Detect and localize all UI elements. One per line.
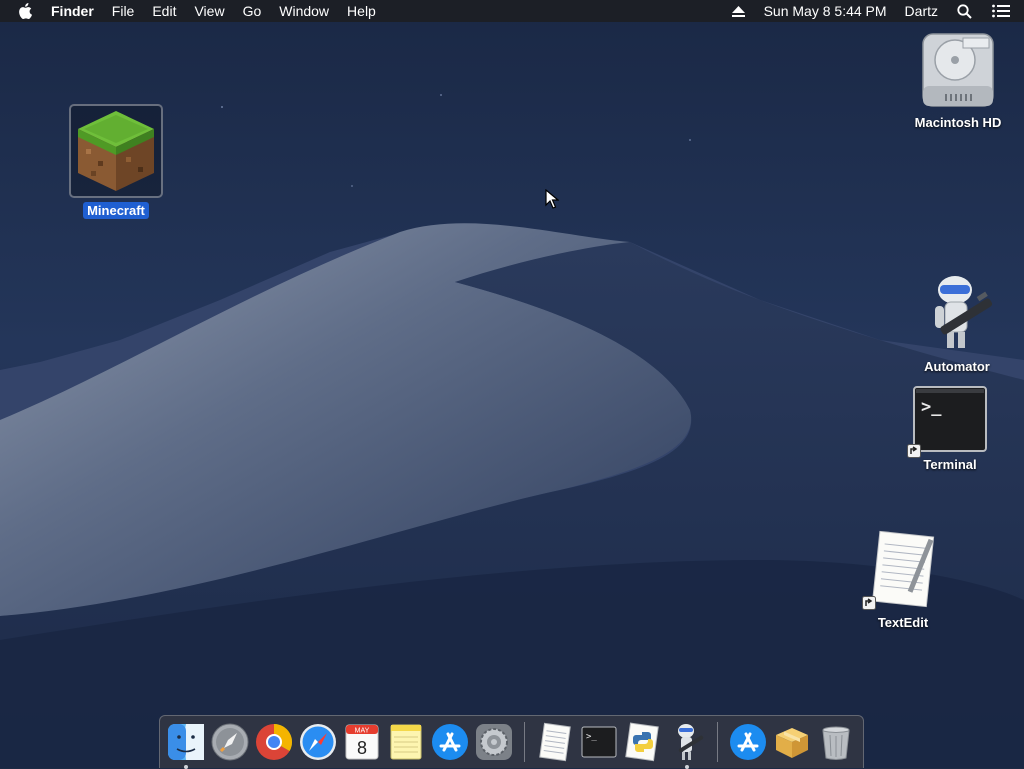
notification-center-icon[interactable] <box>982 4 1024 18</box>
dock-item-python-launcher[interactable] <box>623 722 663 762</box>
notes-icon <box>390 724 422 760</box>
chrome-icon <box>256 723 292 760</box>
hard-drive-icon <box>922 33 994 107</box>
finder-icon <box>168 724 204 760</box>
calendar-day-text: 8 <box>357 738 367 758</box>
desktop-icon-macintosh-hd[interactable]: Macintosh HD <box>903 30 1013 132</box>
menu-user[interactable]: Dartz <box>896 0 947 22</box>
minecraft-grass-block-icon <box>78 111 154 191</box>
terminal-icon: >_ <box>913 386 987 452</box>
eject-icon[interactable] <box>722 5 755 17</box>
dock-separator <box>717 722 718 762</box>
app-store-icon <box>730 724 766 760</box>
menu-edit[interactable]: Edit <box>143 0 185 22</box>
menu-window[interactable]: Window <box>270 0 338 22</box>
menu-bar: Finder File Edit View Go Window Help Sun… <box>0 0 1024 22</box>
menu-clock[interactable]: Sun May 8 5:44 PM <box>755 0 896 22</box>
desktop-icon-textedit[interactable]: TextEdit <box>848 530 958 632</box>
launchpad-icon <box>211 723 249 761</box>
running-indicator <box>685 765 689 769</box>
terminal-prompt-glyph: >_ <box>921 397 942 417</box>
trash-icon <box>822 726 850 760</box>
menu-file[interactable]: File <box>103 0 144 22</box>
calendar-month-text: MAY <box>355 728 370 735</box>
alias-arrow-icon <box>862 596 876 610</box>
menu-help[interactable]: Help <box>338 0 385 22</box>
dock-item-archive[interactable] <box>772 722 812 762</box>
dock-item-finder[interactable] <box>166 722 206 769</box>
package-icon <box>776 728 808 758</box>
terminal-icon: >_ <box>581 726 617 758</box>
automator-robot-icon <box>935 276 993 348</box>
dock-item-automator[interactable] <box>667 722 707 769</box>
desktop-icon-label: Macintosh HD <box>914 115 1002 130</box>
mouse-pointer-icon <box>545 189 559 209</box>
dock-separator <box>524 722 525 762</box>
desktop-icon-minecraft[interactable]: Minecraft <box>61 104 171 220</box>
dock-item-app-store-folder[interactable] <box>728 722 768 762</box>
desktop-icon-label: Automator <box>924 359 990 374</box>
system-preferences-icon <box>476 724 512 760</box>
menu-app-name[interactable]: Finder <box>42 0 103 22</box>
selection-highlight <box>69 104 163 198</box>
desktop-icon-automator[interactable]: Automator <box>902 272 1012 376</box>
dock-item-notes[interactable] <box>386 722 426 762</box>
calendar-icon: MAY 8 <box>345 724 379 760</box>
textedit-icon <box>872 530 935 608</box>
apple-icon[interactable] <box>0 3 42 19</box>
textedit-icon <box>539 722 571 762</box>
automator-robot-icon <box>678 724 704 760</box>
app-store-icon <box>432 724 468 760</box>
safari-icon <box>300 724 336 760</box>
dock-item-terminal[interactable]: >_ <box>579 722 619 762</box>
menu-go[interactable]: Go <box>234 0 271 22</box>
dock-item-safari[interactable] <box>298 722 338 762</box>
desktop-icon-label: Terminal <box>923 457 977 472</box>
dock-item-trash[interactable] <box>816 722 856 762</box>
dock-item-app-store[interactable] <box>430 722 470 762</box>
desktop-icon-label: TextEdit <box>877 615 929 630</box>
spotlight-search-icon[interactable] <box>947 3 982 19</box>
python-icon <box>625 722 659 762</box>
dock-item-system-preferences[interactable] <box>474 722 514 762</box>
dock-item-launchpad[interactable] <box>210 722 250 762</box>
terminal-prompt-text: >_ <box>586 732 597 742</box>
dock-item-textedit[interactable] <box>535 722 575 762</box>
menu-view[interactable]: View <box>185 0 233 22</box>
desktop-icon-terminal[interactable]: >_ Terminal <box>895 386 1005 474</box>
running-indicator <box>184 765 188 769</box>
dock: MAY 8 >_ <box>159 715 864 769</box>
dock-item-calendar[interactable]: MAY 8 <box>342 722 382 762</box>
dock-item-chrome[interactable] <box>254 722 294 762</box>
desktop-icon-label: Minecraft <box>83 202 149 219</box>
alias-arrow-icon <box>907 444 921 458</box>
